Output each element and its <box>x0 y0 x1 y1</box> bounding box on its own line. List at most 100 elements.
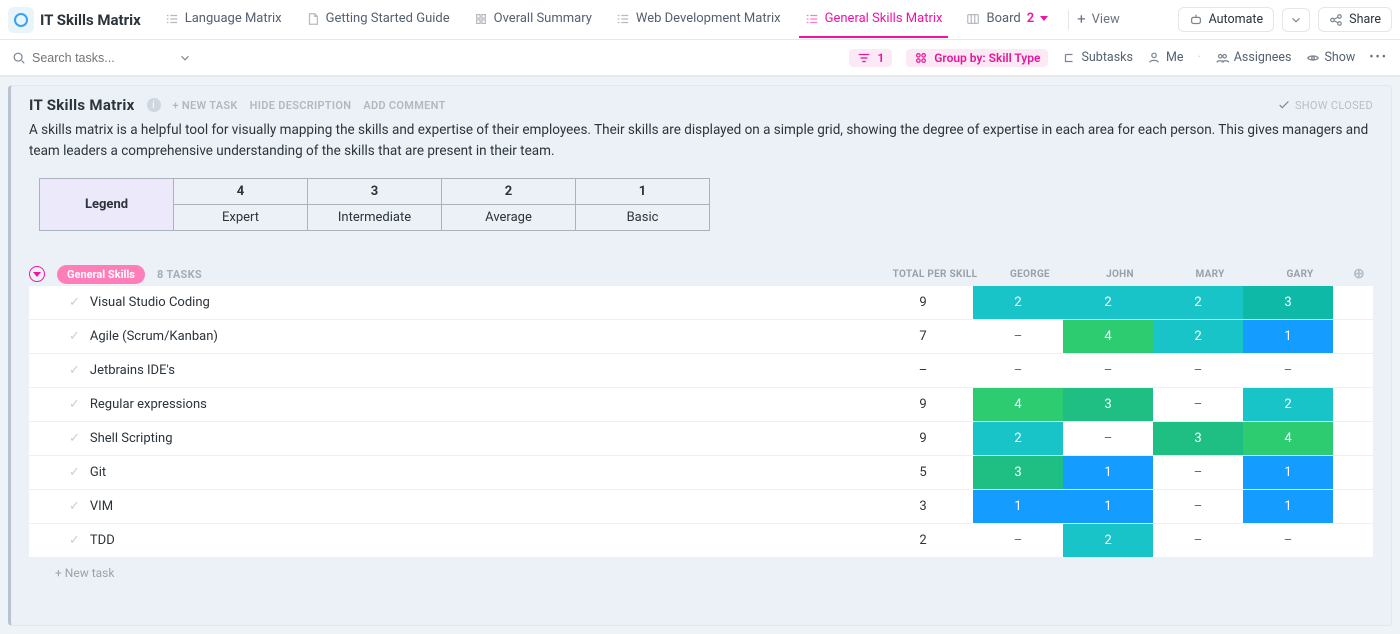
task-row[interactable]: ✓Git531–1 <box>29 456 1373 490</box>
list-icon <box>805 12 819 26</box>
cell-value[interactable]: 3 <box>973 456 1063 489</box>
subtasks-button[interactable]: Subtasks <box>1062 50 1132 65</box>
cell-value[interactable]: 1 <box>1243 456 1333 489</box>
filter-count: 1 <box>877 51 884 65</box>
search-icon <box>12 51 26 65</box>
cell-value[interactable]: – <box>1063 422 1153 455</box>
me-label: Me <box>1166 50 1184 65</box>
tab-label: Overall Summary <box>494 11 592 26</box>
chevron-down-icon[interactable] <box>178 51 192 65</box>
cell-value[interactable]: – <box>1063 354 1153 387</box>
tab-label: Language Matrix <box>185 11 282 26</box>
cell-spacer <box>1333 422 1373 455</box>
check-icon: ✓ <box>69 397 80 412</box>
cell-value[interactable]: – <box>1153 490 1243 523</box>
show-closed-toggle[interactable]: SHOW CLOSED <box>1277 98 1373 112</box>
show-button[interactable]: Show <box>1306 50 1356 65</box>
me-button[interactable]: Me <box>1147 50 1184 65</box>
more-icon[interactable]: ••• <box>1369 50 1388 65</box>
cell-value[interactable]: 4 <box>1243 422 1333 455</box>
cell-value[interactable]: 2 <box>973 286 1063 319</box>
cell-value[interactable]: – <box>1153 354 1243 387</box>
share-button[interactable]: Share <box>1318 7 1392 32</box>
filter-chip[interactable]: 1 <box>849 49 892 67</box>
cell-value[interactable]: – <box>1243 354 1333 387</box>
cell-value[interactable]: – <box>1153 388 1243 421</box>
cell-value[interactable]: 2 <box>1243 388 1333 421</box>
groupby-chip[interactable]: Group by: Skill Type <box>906 49 1048 67</box>
task-row[interactable]: ✓VIM311–1 <box>29 490 1373 524</box>
cell-total: 9 <box>873 286 973 319</box>
info-icon[interactable]: i <box>147 98 161 112</box>
cell-value[interactable]: 1 <box>973 490 1063 523</box>
task-name: Git <box>90 465 106 480</box>
task-row[interactable]: ✓Visual Studio Coding92223 <box>29 286 1373 320</box>
legend-label: Average <box>442 204 576 230</box>
task-row[interactable]: ✓Shell Scripting92–34 <box>29 422 1373 456</box>
cell-value[interactable]: 1 <box>1063 490 1153 523</box>
group-collapse-toggle[interactable] <box>29 266 45 282</box>
cell-value[interactable]: 2 <box>1063 286 1153 319</box>
cell-value[interactable]: 1 <box>1243 490 1333 523</box>
check-icon: ✓ <box>69 295 80 310</box>
cell-value[interactable]: 2 <box>1153 320 1243 353</box>
assignees-label: Assignees <box>1234 50 1292 65</box>
tab-web-dev-matrix[interactable]: Web Development Matrix <box>604 0 793 39</box>
cell-value[interactable]: – <box>973 354 1063 387</box>
tab-board[interactable]: Board 2 <box>954 0 1060 39</box>
check-icon: ✓ <box>69 533 80 548</box>
add-column-button[interactable]: ⊕ <box>1345 266 1373 282</box>
assignees-button[interactable]: Assignees <box>1215 50 1292 65</box>
task-name: Visual Studio Coding <box>90 295 210 310</box>
cell-value[interactable]: – <box>1243 524 1333 557</box>
cell-value[interactable]: 4 <box>973 388 1063 421</box>
task-row[interactable]: ✓Agile (Scrum/Kanban)7–421 <box>29 320 1373 354</box>
add-comment-link[interactable]: ADD COMMENT <box>363 99 445 112</box>
cell-total: 2 <box>873 524 973 557</box>
show-label: Show <box>1325 50 1356 65</box>
automate-button[interactable]: Automate <box>1178 7 1275 32</box>
task-row[interactable]: ✓TDD2–2–– <box>29 524 1373 558</box>
cell-value[interactable]: – <box>973 524 1063 557</box>
groupby-label: Group by: Skill Type <box>934 51 1040 65</box>
hide-description-link[interactable]: HIDE DESCRIPTION <box>250 99 352 112</box>
cell-value[interactable]: 2 <box>973 422 1063 455</box>
cell-value[interactable]: 3 <box>1243 286 1333 319</box>
cell-value[interactable]: 1 <box>1063 456 1153 489</box>
task-row-left: ✓Shell Scripting <box>29 422 873 455</box>
task-rows: ✓Visual Studio Coding92223✓Agile (Scrum/… <box>29 286 1373 558</box>
cell-value[interactable]: 3 <box>1063 388 1153 421</box>
add-view-label: View <box>1092 12 1120 27</box>
cell-value[interactable]: – <box>1153 524 1243 557</box>
search-input[interactable] <box>32 51 172 65</box>
cell-spacer <box>1333 490 1373 523</box>
tab-getting-started[interactable]: Getting Started Guide <box>294 0 462 39</box>
legend-label: Basic <box>576 204 710 230</box>
cell-value[interactable]: 1 <box>1243 320 1333 353</box>
automate-dropdown[interactable] <box>1282 8 1310 32</box>
tab-language-matrix[interactable]: Language Matrix <box>153 0 294 39</box>
new-task-row[interactable]: + New task <box>29 558 1373 580</box>
task-row[interactable]: ✓Jetbrains IDE's––––– <box>29 354 1373 388</box>
task-row[interactable]: ✓Regular expressions943–2 <box>29 388 1373 422</box>
card-description: A skills matrix is a helpful tool for vi… <box>29 120 1373 162</box>
cell-value[interactable]: – <box>973 320 1063 353</box>
search-box[interactable] <box>12 51 192 65</box>
cell-value[interactable]: 3 <box>1153 422 1243 455</box>
check-icon: ✓ <box>69 329 80 344</box>
legend-col: 1 <box>576 178 710 204</box>
add-view-button[interactable]: + View <box>1077 12 1120 27</box>
users-icon <box>1215 51 1229 65</box>
cell-value[interactable]: 4 <box>1063 320 1153 353</box>
cell-value[interactable]: – <box>1153 456 1243 489</box>
cell-value[interactable]: 2 <box>1153 286 1243 319</box>
cell-value[interactable]: 2 <box>1063 524 1153 557</box>
tab-general-skills-matrix[interactable]: General Skills Matrix <box>793 0 955 39</box>
content-area: IT Skills Matrix i + NEW TASK HIDE DESCR… <box>0 76 1400 634</box>
automate-label: Automate <box>1209 12 1264 27</box>
cell-spacer <box>1333 354 1373 387</box>
cell-spacer <box>1333 320 1373 353</box>
tab-overall-summary[interactable]: Overall Summary <box>462 0 604 39</box>
group-name-chip[interactable]: General Skills <box>57 265 145 284</box>
new-task-link[interactable]: + NEW TASK <box>173 99 238 112</box>
